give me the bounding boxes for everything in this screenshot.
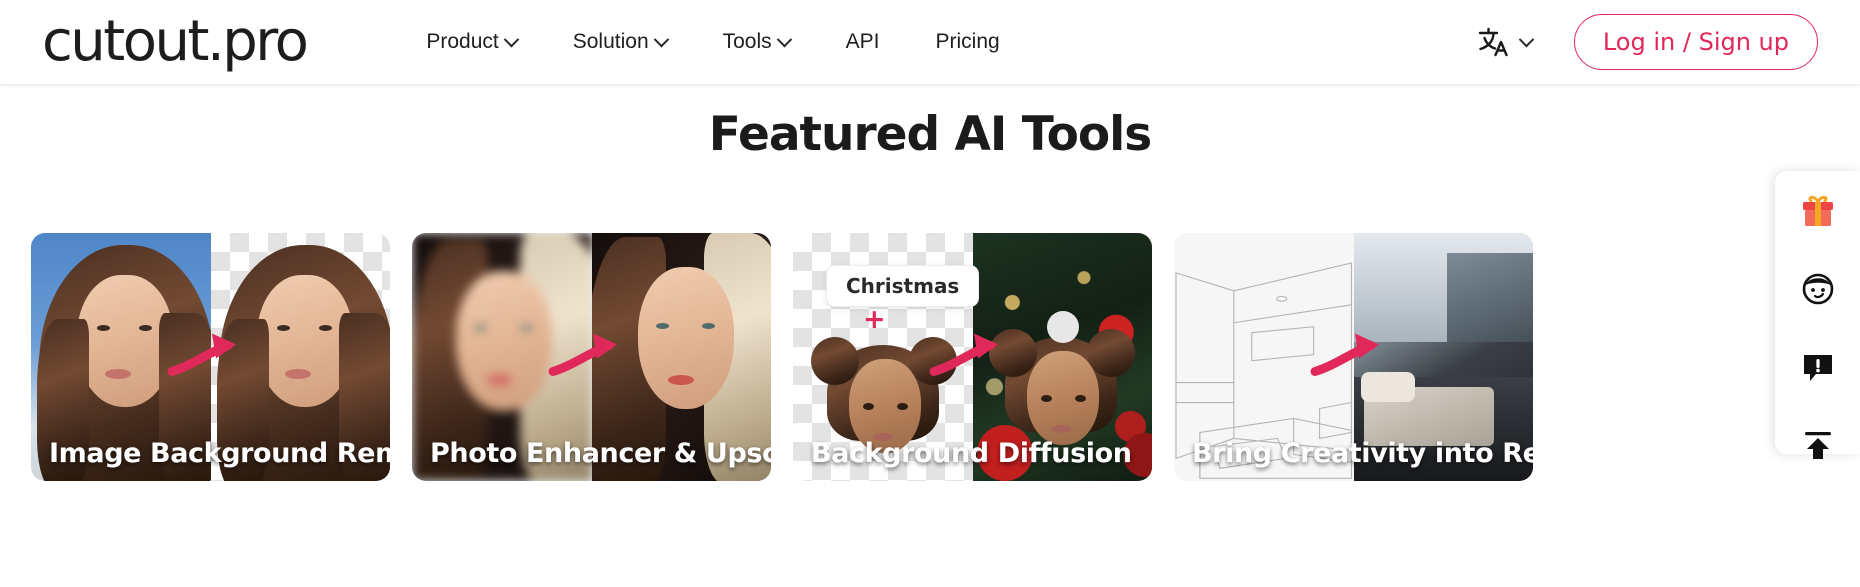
plus-icon: + xyxy=(863,304,886,335)
nav-item-label: Pricing xyxy=(935,30,1000,53)
transform-arrow-icon xyxy=(547,326,637,389)
main-content: Featured AI Tools Image Background Re Ph… xyxy=(0,84,1860,587)
tool-card-title: Bring Creativity into Reality xyxy=(1192,438,1533,469)
tool-card-title: Background Diffusion xyxy=(811,438,1132,469)
chevron-down-icon xyxy=(776,31,792,47)
feedback-button[interactable] xyxy=(1797,349,1839,390)
language-switcher[interactable] xyxy=(1461,25,1548,59)
tool-card-bring-creativity-into-reality[interactable]: Bring Creativity into Reality xyxy=(1174,233,1533,481)
site-header: cutout.pro Product Solution Tools API Pr… xyxy=(0,0,1860,84)
nav-item-solution[interactable]: Solution xyxy=(545,30,695,54)
account-button[interactable] xyxy=(1797,271,1839,312)
floating-side-rail xyxy=(1775,171,1860,459)
gift-button[interactable] xyxy=(1797,193,1839,234)
chevron-down-icon xyxy=(653,31,669,47)
chevron-down-icon xyxy=(1518,31,1535,47)
login-signup-button[interactable]: Log in / Sign up xyxy=(1573,14,1818,70)
header-actions: Log in / Sign up xyxy=(1461,14,1818,70)
tool-card-title: Photo Enhancer & Upscaler xyxy=(430,438,771,469)
tool-card-photo-enhancer-upscaler[interactable]: Photo Enhancer & Upscaler xyxy=(412,233,771,481)
tool-card-background-diffusion[interactable]: Christmas + Background Diffusion xyxy=(793,233,1152,481)
translate-icon xyxy=(1477,25,1511,59)
nav-item-label: Tools xyxy=(722,30,772,53)
nav-item-tools[interactable]: Tools xyxy=(695,30,818,54)
nav-item-label: API xyxy=(845,30,880,53)
site-logo[interactable]: cutout.pro xyxy=(42,14,309,70)
scroll-to-top-button[interactable] xyxy=(1797,427,1839,468)
transform-arrow-icon xyxy=(1309,326,1399,389)
avatar-face-icon xyxy=(1800,271,1836,312)
nav-item-pricing[interactable]: Pricing xyxy=(908,30,1028,54)
transform-arrow-icon xyxy=(928,326,1018,389)
nav-item-product[interactable]: Product xyxy=(398,30,544,54)
chevron-down-icon xyxy=(503,31,520,47)
scroll-to-top-icon xyxy=(1800,427,1836,468)
transform-arrow-icon xyxy=(166,326,256,389)
nav-item-label: Product xyxy=(426,30,499,53)
page-title: Featured AI Tools xyxy=(708,107,1153,162)
christmas-badge: Christmas xyxy=(826,265,980,307)
gift-icon xyxy=(1800,193,1836,234)
featured-tools-list: Image Background Removal xyxy=(31,233,1533,481)
main-navigation: Product Solution Tools API Pricing xyxy=(398,30,1027,54)
nav-item-api[interactable]: API xyxy=(818,30,908,54)
tool-card-title: Image Background Removal xyxy=(49,438,390,469)
tool-card-image-background-removal[interactable]: Image Background Removal xyxy=(31,233,390,481)
nav-item-label: Solution xyxy=(572,30,649,53)
feedback-icon xyxy=(1800,349,1836,390)
